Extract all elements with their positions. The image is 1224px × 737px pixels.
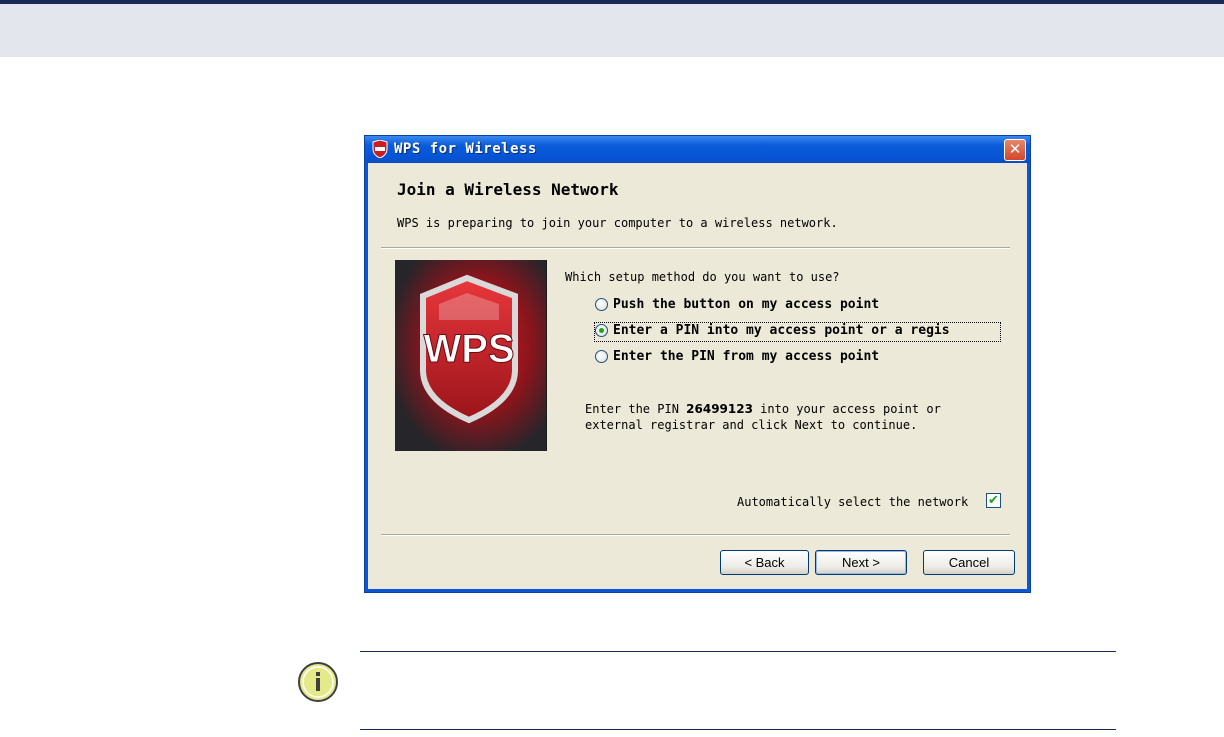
auto-select-label[interactable]: Automatically select the network [737,495,968,509]
page-subheading: WPS is preparing to join your computer t… [397,216,838,230]
auto-select-checkbox[interactable]: ✔ [986,493,1001,508]
bottom-separator [381,534,1010,536]
title-bar[interactable]: WPS for Wireless ✕ [365,136,1030,163]
radio-selected-dot [599,328,604,333]
wps-dialog: WPS for Wireless ✕ Join a Wireless Netwo… [364,135,1031,593]
radio-pin-from-ap[interactable] [595,350,608,363]
option-label: Enter the PIN from my access point [613,349,880,364]
option-label: Enter a PIN into my access point or a re… [613,323,950,338]
radio-enter-pin-into-ap[interactable] [595,324,608,337]
dialog-body: Join a Wireless Network WPS is preparing… [368,163,1027,589]
option-label: Push the button on my access point [613,297,880,312]
next-button[interactable]: Next > [815,550,907,575]
pin-value: 26499123 [686,402,753,416]
info-icon [298,662,338,702]
radio-push-button[interactable] [595,298,608,311]
option-enter-pin-into-ap[interactable]: Enter a PIN into my access point or a re… [594,322,1001,342]
setup-question: Which setup method do you want to use? [565,270,840,284]
page-header-band [0,0,1224,57]
pin-text-before: Enter the PIN [585,402,687,416]
wps-banner-image: WPS [395,260,547,451]
cancel-button[interactable]: Cancel [923,550,1015,575]
back-button[interactable]: < Back [720,550,809,575]
close-button[interactable]: ✕ [1004,139,1026,161]
top-separator [381,247,1010,249]
wps-logo-text: WPS [423,327,514,371]
pin-instructions: Enter the PIN 26499123 into your access … [585,401,1005,433]
note-bottom-rule [360,729,1116,730]
wps-shield-icon [372,140,388,158]
page-heading: Join a Wireless Network [397,180,619,199]
note-top-rule [360,651,1116,652]
wps-logo-icon: WPS [420,274,518,424]
window-title: WPS for Wireless [394,141,537,157]
